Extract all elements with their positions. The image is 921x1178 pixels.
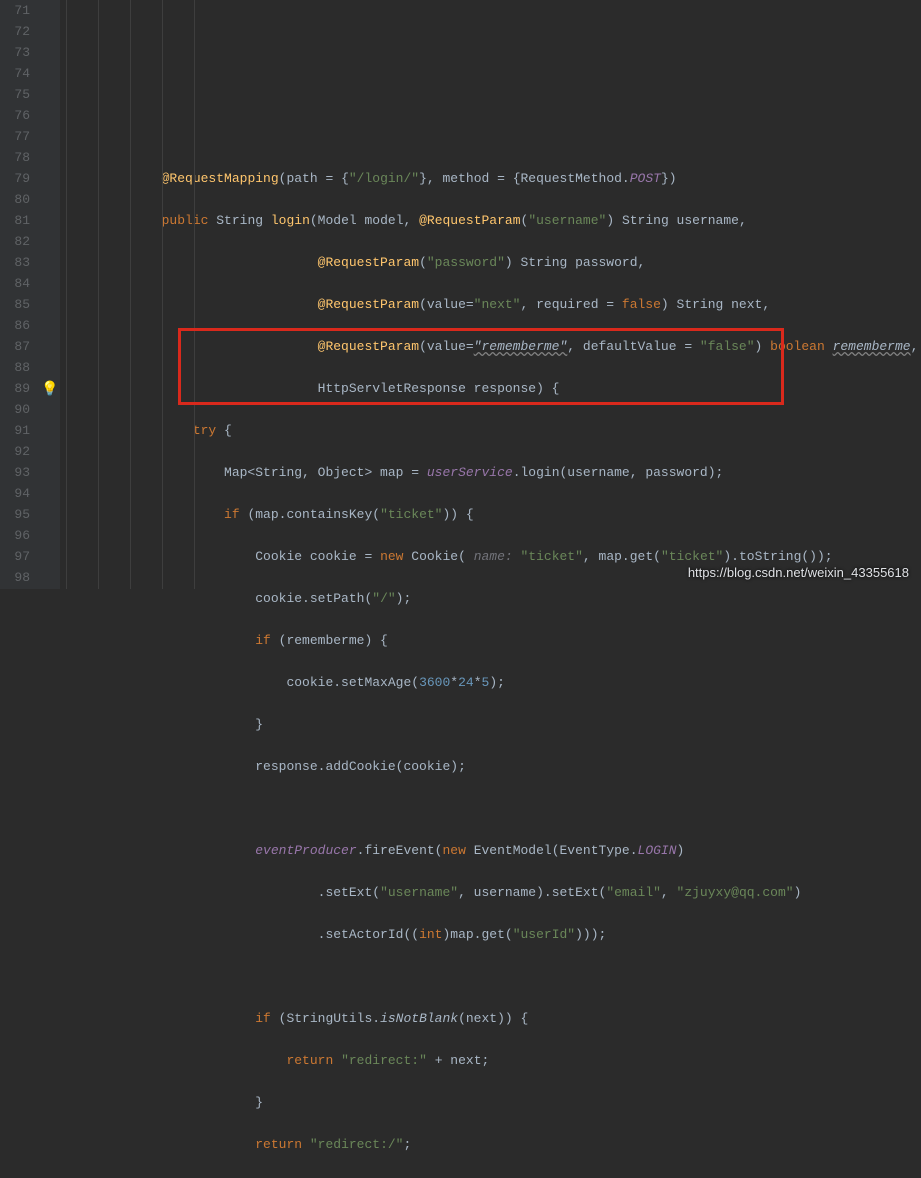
- line-number: 98: [4, 567, 30, 588]
- code-line[interactable]: HttpServletResponse response) {: [68, 378, 921, 399]
- code-line[interactable]: @RequestParam(value="next", required = f…: [68, 294, 921, 315]
- code-line[interactable]: [68, 798, 921, 819]
- code-line[interactable]: if (StringUtils.isNotBlank(next)) {: [68, 1008, 921, 1029]
- code-line[interactable]: }: [68, 1092, 921, 1113]
- code-area[interactable]: @RequestMapping(path = {"/login/"}, meth…: [60, 0, 921, 589]
- line-number: 78: [4, 147, 30, 168]
- line-number: 90: [4, 399, 30, 420]
- code-line[interactable]: return "redirect:/";: [68, 1134, 921, 1155]
- line-number: 92: [4, 441, 30, 462]
- line-number: 71: [4, 0, 30, 21]
- line-number: 83: [4, 252, 30, 273]
- code-line[interactable]: if (map.containsKey("ticket")) {: [68, 504, 921, 525]
- code-line[interactable]: try {: [68, 420, 921, 441]
- line-number-gutter: 7172737475767778798081828384858687888990…: [0, 0, 38, 589]
- code-line[interactable]: @RequestParam(value="rememberme", defaul…: [68, 336, 921, 357]
- code-line[interactable]: }: [68, 714, 921, 735]
- code-line[interactable]: Map<String, Object> map = userService.lo…: [68, 462, 921, 483]
- line-number: 91: [4, 420, 30, 441]
- line-number: 89: [4, 378, 30, 399]
- code-line[interactable]: .setExt("username", username).setExt("em…: [68, 882, 921, 903]
- line-number: 81: [4, 210, 30, 231]
- code-line[interactable]: [68, 966, 921, 987]
- code-line[interactable]: response.addCookie(cookie);: [68, 756, 921, 777]
- code-line[interactable]: @RequestParam("password") String passwor…: [68, 252, 921, 273]
- code-line[interactable]: cookie.setPath("/");: [68, 588, 921, 609]
- line-number: 85: [4, 294, 30, 315]
- line-number: 95: [4, 504, 30, 525]
- code-line[interactable]: if (rememberme) {: [68, 630, 921, 651]
- line-number: 73: [4, 42, 30, 63]
- code-line[interactable]: eventProducer.fireEvent(new EventModel(E…: [68, 840, 921, 861]
- code-line[interactable]: .setActorId((int)map.get("userId")));: [68, 924, 921, 945]
- line-number: 74: [4, 63, 30, 84]
- marker-column: 💡: [38, 0, 60, 589]
- line-number: 75: [4, 84, 30, 105]
- line-number: 79: [4, 168, 30, 189]
- line-number: 96: [4, 525, 30, 546]
- code-line[interactable]: cookie.setMaxAge(3600*24*5);: [68, 672, 921, 693]
- watermark-text: https://blog.csdn.net/weixin_43355618: [688, 562, 909, 583]
- lightbulb-icon[interactable]: 💡: [41, 380, 58, 401]
- line-number: 88: [4, 357, 30, 378]
- line-number: 77: [4, 126, 30, 147]
- code-line[interactable]: return "redirect:" + next;: [68, 1050, 921, 1071]
- code-line[interactable]: } else {: [68, 1176, 921, 1178]
- line-number: 93: [4, 462, 30, 483]
- line-number: 84: [4, 273, 30, 294]
- code-editor[interactable]: 7172737475767778798081828384858687888990…: [0, 0, 921, 589]
- code-line[interactable]: @RequestMapping(path = {"/login/"}, meth…: [68, 168, 921, 189]
- line-number: 87: [4, 336, 30, 357]
- line-number: 82: [4, 231, 30, 252]
- line-number: 97: [4, 546, 30, 567]
- code-line[interactable]: public String login(Model model, @Reques…: [68, 210, 921, 231]
- line-number: 94: [4, 483, 30, 504]
- line-number: 86: [4, 315, 30, 336]
- line-number: 76: [4, 105, 30, 126]
- line-number: 80: [4, 189, 30, 210]
- line-number: 72: [4, 21, 30, 42]
